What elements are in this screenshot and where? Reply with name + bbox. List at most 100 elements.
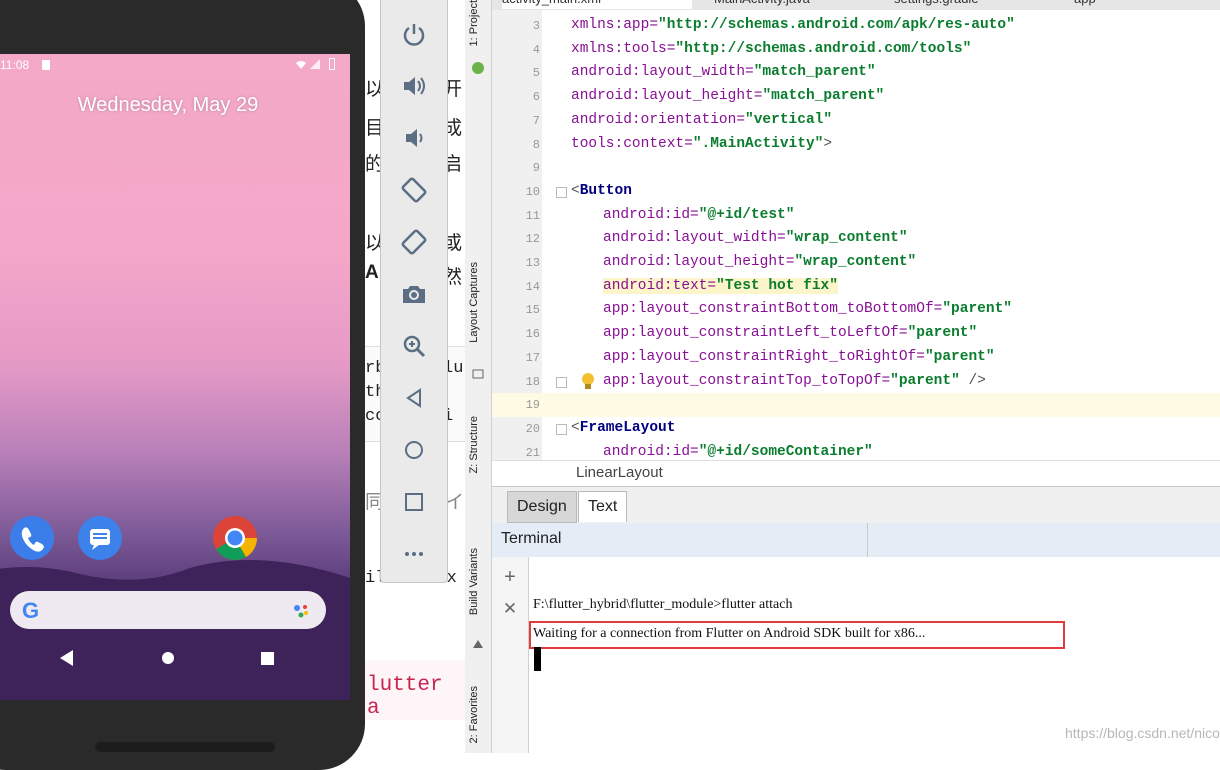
code-line[interactable]: 18 app:layout_constraintTop_toTopOf="pare… <box>492 370 1220 394</box>
code-text: xmlns:tools="http://schemas.android.com/… <box>571 41 971 57</box>
code-line[interactable]: 11 android:id="@+id/test" <box>492 204 1220 228</box>
nav-back-icon[interactable] <box>60 650 73 666</box>
code-line[interactable]: 16 app:layout_constraintLeft_toLeftOf="pa… <box>492 322 1220 346</box>
code-line[interactable]: 15 app:layout_constraintBottom_toBottomOf… <box>492 298 1220 322</box>
code-token: "wrap_content" <box>785 230 908 247</box>
code-line[interactable]: 19 <box>492 393 1220 418</box>
tab-text[interactable]: Text <box>578 491 628 522</box>
code-line[interactable]: 5 android:layout_width="match_parent" <box>492 61 1220 85</box>
zoom-icon[interactable] <box>397 329 431 363</box>
code-token: FrameLayout <box>579 419 676 436</box>
code-editor[interactable]: 3 xmlns:app="http://schemas.android.com/a… <box>492 10 1220 460</box>
close-session-button[interactable]: ✕ <box>500 599 520 619</box>
code-line[interactable]: 9 <box>492 156 1220 180</box>
code-line[interactable]: 12 android:layout_width="wrap_content" <box>492 227 1220 251</box>
emulator-screen[interactable]: 11:08 Wednesday, May 29 G <box>0 54 350 700</box>
code-token: android:id= <box>603 206 699 223</box>
code-line[interactable]: 10 <Button <box>492 180 1220 204</box>
line-number: 6 <box>532 90 540 105</box>
code-text: app:layout_constraintBottom_toBottomOf="… <box>603 301 1012 317</box>
google-search-bar[interactable]: G <box>10 591 326 629</box>
design-text-tabs: Design Text <box>492 486 1220 524</box>
line-number: 8 <box>532 137 540 152</box>
code-token: "parent" <box>924 348 995 365</box>
tab-app[interactable]: app <box>1074 0 1096 9</box>
code-line[interactable]: 6 android:layout_height="match_parent" <box>492 85 1220 109</box>
tab-settings-gradle[interactable]: settings.gradle <box>894 0 979 9</box>
fold-marker-icon[interactable] <box>556 423 567 435</box>
new-session-button[interactable]: + <box>500 567 520 587</box>
line-number: 18 <box>525 374 540 389</box>
rotate-right-icon[interactable] <box>397 225 431 259</box>
code-token: < <box>571 419 580 436</box>
build-variants-icon <box>473 640 483 648</box>
line-number: 4 <box>532 42 540 57</box>
fold-marker-icon[interactable] <box>556 186 567 198</box>
rotate-left-icon[interactable] <box>397 173 431 207</box>
layout-captures-tab[interactable]: Layout Captures <box>468 262 480 343</box>
nav-recents-icon[interactable] <box>261 652 274 665</box>
screenshot-icon[interactable] <box>397 277 431 311</box>
terminal-header: Terminal <box>492 523 1220 558</box>
lightbulb-icon[interactable] <box>581 372 595 391</box>
build-variants-tab[interactable]: Build Variants <box>468 548 480 615</box>
terminal-title: Terminal <box>501 530 562 547</box>
line-number: 17 <box>525 350 540 365</box>
tab-design[interactable]: Design <box>507 491 577 523</box>
android-nav-bar <box>0 644 350 684</box>
back-icon[interactable] <box>397 381 431 415</box>
code-line[interactable]: 4 xmlns:tools="http://schemas.android.com… <box>492 38 1220 62</box>
terminal-output[interactable]: F:\flutter_hybrid\flutter_module>flutter… <box>529 557 1220 753</box>
breadcrumb-item[interactable]: LinearLayout <box>576 464 663 481</box>
code-line[interactable]: 21 android:id="@+id/someContainer" <box>492 441 1220 460</box>
code-line[interactable]: 8 tools:context=".MainActivity"> <box>492 133 1220 157</box>
structure-tool-tab[interactable]: Z: Structure <box>468 416 480 473</box>
code-line[interactable]: 7 android:orientation="vertical" <box>492 109 1220 133</box>
lockscreen-date: Wednesday, May 29 <box>77 94 259 116</box>
code-token: app:layout_constraintBottom_toBottomOf= <box>603 301 943 318</box>
volume-down-icon[interactable] <box>397 121 431 155</box>
code-text: android:text="Test hot fix" <box>603 277 838 294</box>
code-token: tools:context= <box>571 135 693 152</box>
fold-marker-icon[interactable] <box>556 376 567 388</box>
header-divider <box>867 523 868 557</box>
code-line[interactable]: 14 android:text="Test hot fix" <box>492 275 1220 299</box>
line-number: 12 <box>525 232 540 247</box>
line-number: 13 <box>525 256 540 270</box>
favorites-tool-tab[interactable]: 2: Favorites <box>468 686 480 743</box>
code-text: xmlns:app="http://schemas.android.com/ap… <box>571 17 1015 33</box>
line-number: 19 <box>525 398 540 413</box>
code-token: app:layout_constraintLeft_toLeftOf= <box>603 325 908 342</box>
line-number: 11 <box>525 208 540 223</box>
nav-home-icon[interactable] <box>162 652 174 664</box>
doc-inline-code-text: lutter a <box>367 674 443 720</box>
tab-main-activity-java[interactable]: MainActivity.java <box>714 0 810 9</box>
tab-activity-main-xml[interactable]: activity_main.xml <box>502 0 692 9</box>
code-line[interactable]: 17 app:layout_constraintRight_toRightOf="… <box>492 346 1220 370</box>
signal-icon <box>310 59 320 69</box>
terminal-cursor <box>534 647 541 671</box>
overview-icon[interactable] <box>397 485 431 519</box>
code-token: < <box>571 182 580 199</box>
phone-app-icon[interactable] <box>10 516 54 560</box>
code-token: "parent" <box>942 301 1012 318</box>
more-icon[interactable] <box>397 537 431 571</box>
code-token: app:layout_constraintTop_toTopOf= <box>603 372 891 389</box>
code-line[interactable]: 3 xmlns:app="http://schemas.android.com/a… <box>492 14 1220 38</box>
messages-app-icon[interactable] <box>78 516 122 560</box>
code-token: android:text= <box>603 277 717 294</box>
code-text: app:layout_constraintTop_toTopOf="parent… <box>603 373 986 389</box>
chrome-app-icon[interactable] <box>213 516 257 560</box>
project-tool-tab[interactable]: 1: Project <box>468 0 480 46</box>
code-line[interactable]: 13 android:layout_height="wrap_content" <box>492 251 1220 275</box>
speaker-grille <box>95 742 275 752</box>
google-logo: G <box>22 598 40 623</box>
code-token: "wrap_content" <box>794 254 917 270</box>
breadcrumb[interactable]: LinearLayout <box>492 460 1220 487</box>
code-line[interactable]: 20 <FrameLayout <box>492 417 1220 441</box>
tool-window-strip: 1: Project Layout Captures Z: Structure … <box>465 0 492 753</box>
assistant-icon[interactable] <box>292 601 312 621</box>
power-icon[interactable] <box>397 17 431 51</box>
home-icon[interactable] <box>397 433 431 467</box>
volume-up-icon[interactable] <box>397 69 431 103</box>
